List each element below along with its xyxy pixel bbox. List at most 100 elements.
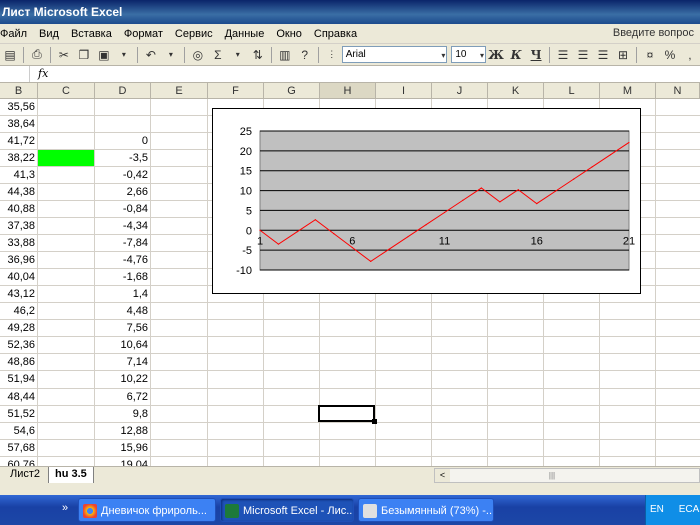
menu-insert[interactable]: Вставка <box>65 28 118 40</box>
line-chart[interactable]: 25 20 15 10 5 0 -5 -10 1 6 11 16 21 <box>212 108 641 294</box>
column-header-m[interactable]: M <box>600 83 656 99</box>
taskbar-button-chrome[interactable]: Дневичок фрироль... <box>78 498 216 522</box>
cell-b[interactable]: 40,04 <box>0 269 37 286</box>
menu-view[interactable]: Вид <box>33 28 65 40</box>
cell-d[interactable]: -3,5 <box>95 150 150 167</box>
currency-icon[interactable]: ¤ <box>641 46 659 64</box>
cell-b[interactable]: 44,38 <box>0 184 37 201</box>
cell-b[interactable]: 49,28 <box>0 320 37 337</box>
cell-b[interactable]: 38,64 <box>0 116 37 133</box>
taskbar-button-excel[interactable]: Microsoft Excel - Лис... <box>220 498 354 522</box>
cell-b[interactable]: 52,36 <box>0 337 37 354</box>
cell-d[interactable]: 7,14 <box>95 354 150 371</box>
research-icon[interactable]: ✂ <box>55 46 73 64</box>
column-header-c[interactable]: C <box>38 83 95 99</box>
menu-file[interactable]: Файл <box>0 28 33 40</box>
percent-button[interactable]: % <box>661 46 679 64</box>
cell-b[interactable]: 37,38 <box>0 218 37 235</box>
cell-d[interactable]: 15,96 <box>95 440 150 457</box>
sheet-tab-hu-3-5[interactable]: hu 3.5 <box>48 467 94 483</box>
cell-d[interactable]: -0,42 <box>95 167 150 184</box>
insert-function-button[interactable]: fx <box>38 67 48 80</box>
column-header-k[interactable]: K <box>488 83 544 99</box>
italic-button[interactable]: К <box>507 46 525 64</box>
cell-b[interactable]: 38,22 <box>0 150 37 167</box>
active-cell-selection[interactable] <box>318 405 377 424</box>
horizontal-scrollbar[interactable]: < ||| <box>434 468 700 483</box>
cell-b[interactable]: 41,72 <box>0 133 37 150</box>
cell-d[interactable]: -7,84 <box>95 235 150 252</box>
cell-d[interactable]: 2,66 <box>95 184 150 201</box>
paste-icon[interactable]: ▣ <box>95 46 113 64</box>
cell-b[interactable]: 40,88 <box>0 201 37 218</box>
scroll-left-icon[interactable]: < <box>435 469 450 482</box>
print-icon[interactable]: ⎙ <box>28 46 46 64</box>
cell-d[interactable]: -4,34 <box>95 218 150 235</box>
cell-b[interactable]: 60,76 <box>0 457 37 466</box>
column-header-l[interactable]: L <box>544 83 600 99</box>
comma-style-icon[interactable]: , <box>681 46 699 64</box>
sheet-tab-list2[interactable]: Лист2 <box>4 467 46 483</box>
cell-b[interactable]: 51,52 <box>0 406 37 423</box>
menu-data[interactable]: Данные <box>219 28 271 40</box>
language-indicator[interactable]: EN <box>650 504 664 515</box>
cell-d[interactable]: 10,64 <box>95 337 150 354</box>
chart-wizard-icon[interactable]: ▥ <box>276 46 294 64</box>
cell-b[interactable]: 43,12 <box>0 286 37 303</box>
cell-d[interactable]: -1,68 <box>95 269 150 286</box>
cell-d[interactable]: 1,4 <box>95 286 150 303</box>
column-header-j[interactable]: J <box>432 83 488 99</box>
bold-button[interactable]: Ж <box>487 46 505 64</box>
cell-d[interactable]: 4,48 <box>95 303 150 320</box>
cell-b[interactable]: 35,56 <box>0 99 37 116</box>
chevron-down-icon[interactable]: ▾ <box>162 46 180 64</box>
align-center-icon[interactable]: ☰ <box>574 46 592 64</box>
highlighted-cell-c[interactable] <box>38 150 94 166</box>
cell-b[interactable]: 48,44 <box>0 389 37 406</box>
font-size-select[interactable]: 10 ▾ <box>451 46 487 63</box>
align-right-icon[interactable]: ☰ <box>594 46 612 64</box>
font-name-select[interactable]: Arial ▾ <box>341 46 448 63</box>
cell-d[interactable]: -0,84 <box>95 201 150 218</box>
cell-d[interactable]: 6,72 <box>95 389 150 406</box>
help-icon[interactable]: ? <box>296 46 314 64</box>
column-header-g[interactable]: G <box>264 83 320 99</box>
cell-d[interactable]: 19,04 <box>95 457 150 466</box>
cell-d[interactable]: 0 <box>95 133 150 150</box>
cell-b[interactable]: 36,96 <box>0 252 37 269</box>
taskbar-button-paint[interactable]: Безымянный (73%) -... <box>358 498 494 522</box>
menu-tools[interactable]: Сервис <box>169 28 219 40</box>
copy-icon[interactable]: ❐ <box>75 46 93 64</box>
cell-b[interactable]: 57,68 <box>0 440 37 457</box>
autosum-button[interactable]: Σ <box>209 46 227 64</box>
underline-button[interactable]: Ч <box>527 46 545 64</box>
cell-d[interactable]: 7,56 <box>95 320 150 337</box>
cell-b[interactable]: 41,3 <box>0 167 37 184</box>
cell-d[interactable]: 10,22 <box>95 371 150 388</box>
cell-d[interactable]: 9,8 <box>95 406 150 423</box>
column-header-d[interactable]: D <box>95 83 151 99</box>
scroll-thumb[interactable]: ||| <box>545 469 559 482</box>
sort-icon[interactable]: ⇅ <box>249 46 267 64</box>
cell-b[interactable]: 33,88 <box>0 235 37 252</box>
column-header-e[interactable]: E <box>151 83 208 99</box>
column-header-b[interactable]: B <box>0 83 38 99</box>
undo-icon[interactable]: ↶ <box>142 46 160 64</box>
cell-b[interactable]: 51,94 <box>0 371 37 388</box>
column-header-f[interactable]: F <box>208 83 264 99</box>
merge-center-icon[interactable]: ⊞ <box>614 46 632 64</box>
chevron-down-icon[interactable]: ▾ <box>115 46 133 64</box>
hyperlink-icon[interactable]: ◎ <box>189 46 207 64</box>
align-left-icon[interactable]: ☰ <box>554 46 572 64</box>
quick-launch-chevron-icon[interactable]: » <box>62 502 68 514</box>
cell-d[interactable]: -4,76 <box>95 252 150 269</box>
toolbar-grip-icon[interactable]: ⋮ <box>323 46 341 64</box>
column-header-n[interactable]: N <box>656 83 700 99</box>
column-header-i[interactable]: I <box>376 83 432 99</box>
menu-help[interactable]: Справка <box>308 28 363 40</box>
cell-b[interactable]: 46,2 <box>0 303 37 320</box>
cell-d[interactable]: 12,88 <box>95 423 150 440</box>
menu-format[interactable]: Формат <box>118 28 169 40</box>
name-box[interactable] <box>0 66 30 82</box>
help-question-box[interactable]: Введите вопрос <box>613 27 694 39</box>
